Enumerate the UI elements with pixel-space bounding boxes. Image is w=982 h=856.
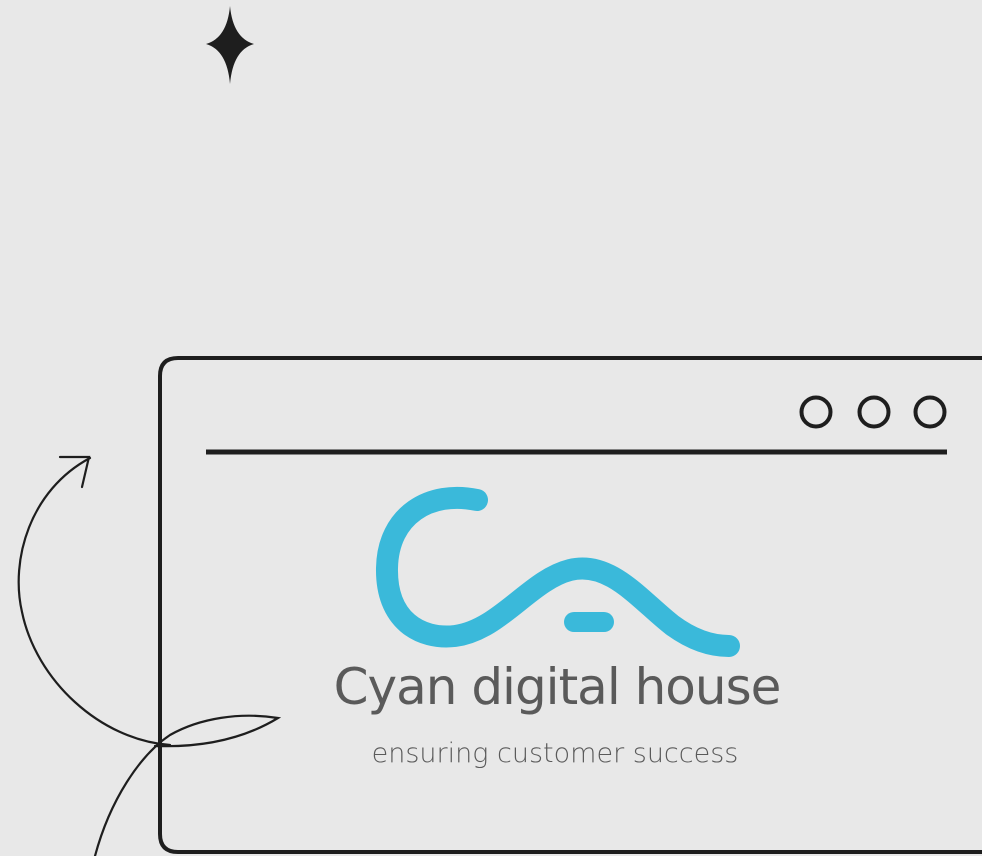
- logo-mark-icon: [375, 486, 740, 657]
- brand-name: Cyan digital house: [333, 658, 782, 716]
- illustration: [17, 6, 982, 856]
- circle-icon: [857, 395, 891, 429]
- brand-tagline: ensuring customer success: [371, 738, 739, 769]
- browser-window-frame: [158, 356, 982, 854]
- sparkle-icon: [206, 6, 254, 84]
- curved-arrow-icon: [17, 455, 172, 747]
- circle-icon: [913, 395, 947, 429]
- leaf-doodle-icon: [93, 714, 282, 856]
- circle-icon: [799, 395, 833, 429]
